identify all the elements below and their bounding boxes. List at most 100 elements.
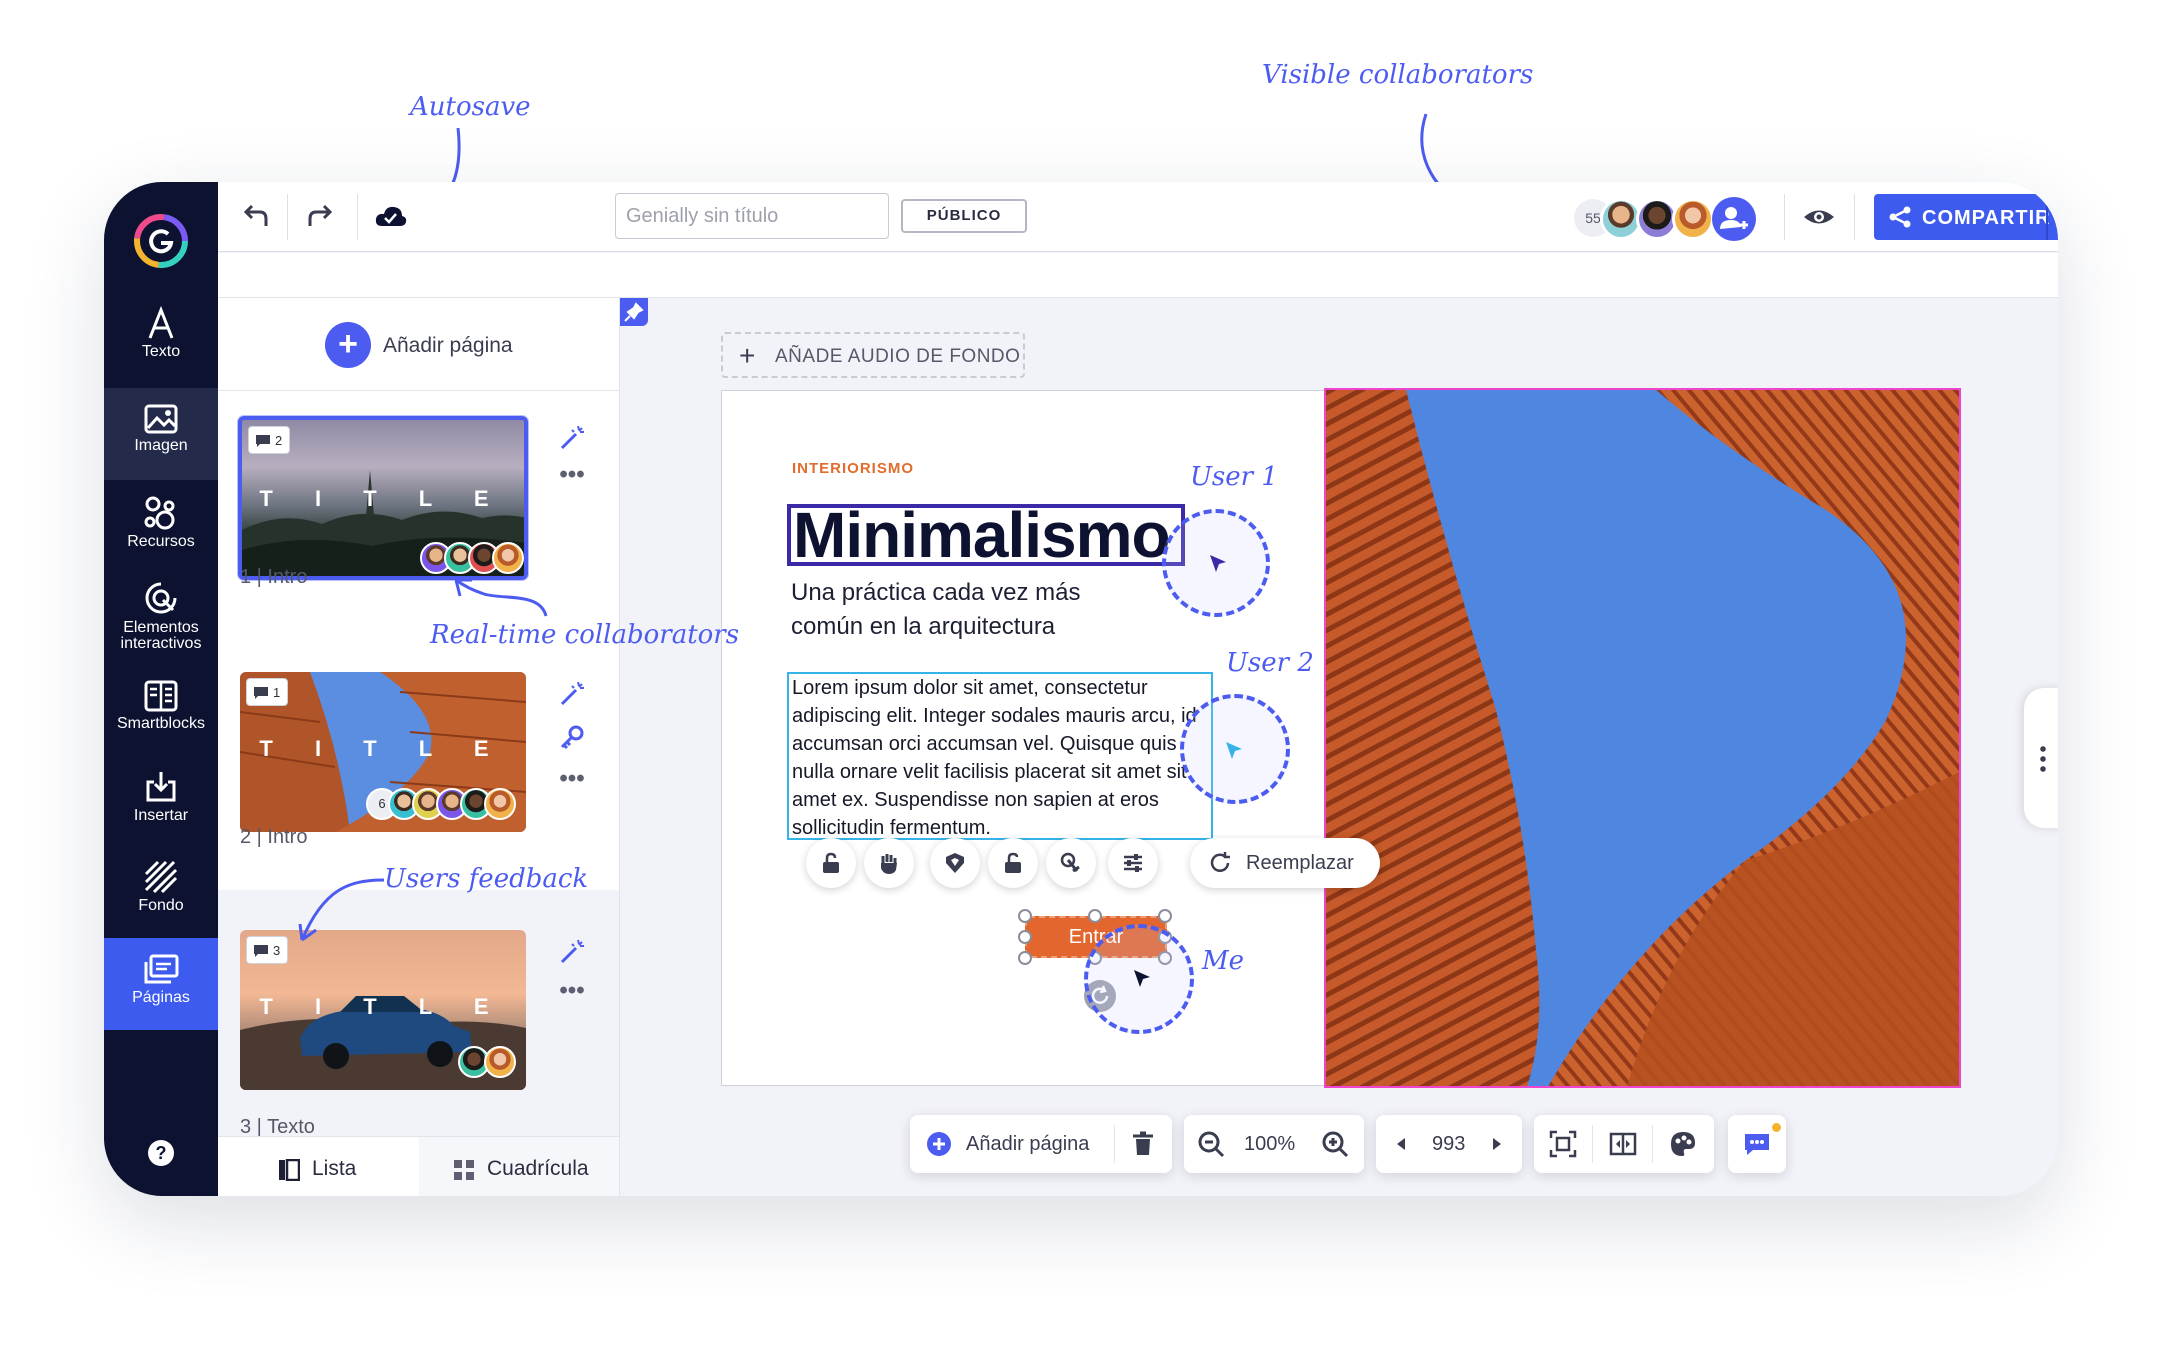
unlock-icon[interactable]	[988, 838, 1038, 888]
palette-icon[interactable]	[1668, 1129, 1698, 1159]
magic-wand-icon[interactable]	[558, 424, 586, 452]
annotation-feedback-arrow	[298, 878, 385, 942]
magic-wand-icon[interactable]	[558, 938, 586, 966]
slide-image-architecture[interactable]	[1324, 388, 1961, 1088]
share-button[interactable]: COMPARTIR	[1874, 194, 2058, 240]
fit-screen-icon[interactable]	[1548, 1129, 1578, 1159]
interactivity-icon[interactable]	[930, 838, 980, 888]
notification-dot	[1772, 1123, 1781, 1132]
more-options-icon[interactable]: •••	[558, 979, 586, 1003]
resize-handle[interactable]	[1088, 909, 1102, 923]
rail-item-imagen[interactable]: Imagen	[104, 388, 218, 480]
rail-item-paginas[interactable]: Páginas	[104, 938, 218, 1030]
magic-wand-icon[interactable]	[558, 680, 586, 708]
plus-icon: +	[739, 340, 756, 371]
lock-icon[interactable]	[806, 838, 856, 888]
preview-eye-icon[interactable]	[1802, 202, 1836, 232]
previous-page-icon[interactable]	[1386, 1129, 1416, 1159]
comment-icon	[256, 435, 270, 447]
add-background-audio-button[interactable]: + AÑADE AUDIO DE FONDO	[721, 332, 1025, 378]
undo-icon[interactable]	[238, 202, 268, 232]
pin-panel-button[interactable]	[620, 298, 648, 326]
collaborator-avatar[interactable]	[1672, 198, 1714, 240]
toolbar-divider	[357, 194, 358, 240]
public-button[interactable]: PÚBLICO	[901, 199, 1027, 233]
annotation-me: Me	[1202, 946, 1245, 976]
background-icon	[144, 860, 178, 894]
cursor-arrow-icon	[1210, 555, 1226, 572]
add-page-bottom-label[interactable]: Añadir página	[966, 1133, 1089, 1156]
comments-icon[interactable]	[1742, 1129, 1772, 1159]
rail-item-fondo[interactable]: Fondo	[104, 860, 218, 950]
drag-hand-icon[interactable]	[864, 838, 914, 888]
zoom-level[interactable]: 100%	[1244, 1133, 1295, 1156]
rail-label-texto: Texto	[141, 343, 181, 360]
redo-icon[interactable]	[308, 202, 338, 232]
resize-handle[interactable]	[1018, 909, 1032, 923]
more-options-icon[interactable]: •••	[558, 767, 586, 791]
refresh-icon	[1210, 852, 1230, 872]
rail-item-texto[interactable]: Texto	[104, 306, 218, 396]
annotation-realtime-arrow	[454, 578, 548, 617]
resize-handle[interactable]	[1158, 909, 1172, 923]
slide-eyebrow[interactable]: INTERIORISMO	[792, 460, 914, 477]
page-label-1: 1 | Intro	[240, 566, 308, 588]
tab-cuadricula[interactable]: Cuadrícula	[419, 1137, 619, 1196]
grid-view-icon	[454, 1160, 474, 1180]
element-toolbar: Reemplazar	[806, 838, 1380, 896]
cursor-arrow-icon	[1226, 742, 1242, 759]
left-rail: Texto Imagen Recursos Elementos interact…	[104, 182, 218, 1196]
annotation-visible-collaborators: Visible collaborators	[1262, 60, 1534, 90]
page-number[interactable]: 993	[1432, 1133, 1465, 1156]
panel-divider	[218, 390, 619, 391]
top-bar: Genially sin título PÚBLICO 55 COMPARTIR	[218, 182, 2058, 252]
comment-count: 1	[273, 685, 281, 700]
zoom-in-icon[interactable]	[1320, 1129, 1350, 1159]
share-divider	[2046, 194, 2048, 240]
settings-sliders-icon[interactable]	[1108, 838, 1158, 888]
add-page-label: Añadir página	[383, 334, 513, 357]
zoom-toolbar: 100%	[1184, 1115, 1364, 1173]
my-cursor	[1084, 924, 1194, 1034]
toolbar-divider	[1592, 1125, 1593, 1163]
replace-button[interactable]: Reemplazar	[1190, 838, 1380, 888]
vertical-dots-icon	[2040, 744, 2046, 772]
present-icon[interactable]	[2056, 204, 2058, 232]
title-input[interactable]: Genially sin título	[615, 193, 889, 239]
right-panel-handle[interactable]	[2024, 688, 2058, 828]
rail-item-elementos-interactivos[interactable]: Elementos interactivos	[104, 580, 218, 676]
comment-badge[interactable]: 2	[248, 426, 290, 454]
tab-lista[interactable]: Lista	[218, 1137, 419, 1196]
zoom-out-icon[interactable]	[1196, 1129, 1226, 1159]
add-page-circle-icon[interactable]	[924, 1129, 954, 1159]
help-icon[interactable]: ?	[148, 1140, 174, 1166]
add-user-icon	[1720, 207, 1748, 229]
page-thumbnail-2[interactable]: T I T L E 1 6	[240, 672, 526, 832]
split-view-icon[interactable]	[1608, 1129, 1638, 1159]
next-page-icon[interactable]	[1482, 1129, 1512, 1159]
page-thumbnail-1[interactable]: T I T L E 2	[238, 416, 528, 580]
rail-label-paginas: Páginas	[132, 989, 190, 1006]
delete-icon[interactable]	[1128, 1129, 1158, 1159]
comment-badge[interactable]: 1	[246, 678, 288, 706]
touch-icon[interactable]	[1046, 838, 1096, 888]
slide-body-text[interactable]: Lorem ipsum dolor sit amet, consectetur …	[787, 672, 1213, 840]
more-options-icon[interactable]: •••	[558, 463, 586, 487]
page-thumbnail-3[interactable]: T I T L E 3	[240, 930, 526, 1090]
key-icon[interactable]	[558, 724, 586, 752]
audio-button-label: AÑADE AUDIO DE FONDO	[775, 346, 1021, 367]
rail-label-elementos-interactivos: Elementos interactivos	[120, 619, 202, 652]
slide-heading[interactable]: Minimalismo	[787, 503, 1185, 567]
pages-icon	[144, 954, 179, 984]
text-icon	[148, 306, 174, 339]
resize-handle[interactable]	[1018, 930, 1032, 944]
genially-logo[interactable]	[132, 212, 190, 270]
thumbnail-title: T I T L E	[259, 736, 507, 761]
rail-item-smartblocks[interactable]: Smartblocks	[104, 680, 218, 770]
rail-item-recursos[interactable]: Recursos	[104, 494, 218, 584]
rail-item-insertar[interactable]: Insertar	[104, 770, 218, 860]
add-collaborator-button[interactable]	[1712, 197, 1756, 241]
resize-handle[interactable]	[1018, 951, 1032, 965]
slide-subheading[interactable]: Una práctica cada vez más común en la ar…	[791, 576, 1131, 644]
rail-label-recursos: Recursos	[127, 533, 195, 550]
